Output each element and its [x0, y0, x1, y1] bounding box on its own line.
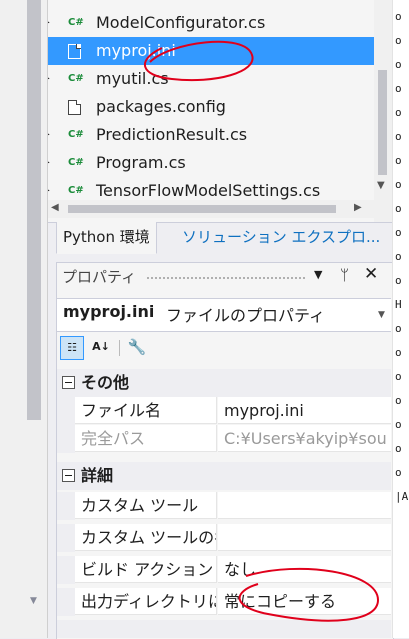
edge-text-fragment: o	[395, 346, 402, 359]
tree-item-label: packages.config	[96, 97, 226, 116]
tree-item-label: myutil.cs	[96, 69, 169, 88]
tab-solution-explorer[interactable]: ソリューション エクスプロ...	[176, 222, 386, 253]
expand-chevron-icon[interactable]: ▶	[48, 65, 50, 93]
edge-text-fragment: |A	[395, 490, 409, 503]
row-gutter	[57, 556, 75, 584]
category-label: 詳細	[81, 466, 114, 485]
edge-text-fragment: o	[395, 466, 402, 479]
edge-text-fragment: o	[395, 10, 402, 23]
categorized-view-button[interactable]: ☷	[60, 336, 84, 360]
property-value[interactable]: C:¥Users¥akyip¥sou	[218, 425, 391, 452]
panel-drag-grip[interactable]	[146, 276, 306, 281]
collapse-toggle-icon[interactable]	[62, 469, 75, 482]
edge-text-fragment: o	[395, 226, 402, 239]
edge-text-fragment: o	[395, 418, 402, 431]
tree-item-myproj-ini[interactable]: myproj.ini	[48, 37, 374, 65]
csharp-file-icon: C#	[68, 73, 84, 84]
edge-text-fragment: o	[395, 250, 402, 263]
tree-item-label: myproj.ini	[96, 41, 176, 60]
edge-text-fragment: o	[395, 58, 402, 71]
tree-item-modelconfigurator[interactable]: ▶ C# ModelConfigurator.cs	[48, 9, 374, 37]
row-gutter	[57, 425, 75, 453]
object-type-description: ファイルのプロパティ	[166, 306, 326, 325]
edge-text-fragment: o	[395, 202, 402, 215]
category-label: その他	[81, 373, 130, 392]
property-name: カスタム ツールの名	[75, 524, 217, 551]
category-misc[interactable]: その他	[57, 369, 391, 397]
edge-text-fragment: o	[395, 34, 402, 47]
config-file-icon	[68, 100, 81, 115]
toolbar-separator	[119, 340, 120, 356]
edge-text-fragment: o	[395, 322, 402, 335]
property-value[interactable]	[218, 492, 391, 519]
editor-scroll-down-icon[interactable]: ▼	[30, 596, 37, 606]
property-row-build-action[interactable]: ビルド アクション なし	[57, 556, 391, 584]
editor-text-edge: o o o o o o o o o o o o Ho o o o o o o |A	[392, 0, 409, 638]
scroll-down-icon[interactable]: ▼	[377, 180, 385, 191]
category-advanced[interactable]: 詳細	[57, 462, 391, 490]
property-value[interactable]: なし	[218, 556, 391, 583]
wrench-icon[interactable]: 🔧	[126, 336, 148, 358]
edge-text-fragment: o	[395, 178, 402, 191]
collapse-toggle-icon[interactable]	[62, 376, 75, 389]
property-name: ビルド アクション	[75, 556, 217, 583]
property-value[interactable]: 常にコピーする	[218, 588, 391, 615]
csharp-file-icon: C#	[68, 157, 84, 168]
edge-text-fragment: o	[395, 154, 402, 167]
solution-explorer-tree: ▶ C# ModelConfigurator.cs myproj.ini ▶ C…	[48, 0, 392, 222]
edge-text-fragment: o	[395, 274, 402, 287]
expand-chevron-icon[interactable]: ▶	[48, 9, 50, 37]
tree-item-label: ModelConfigurator.cs	[96, 13, 266, 32]
alphabetical-sort-button[interactable]: A↓	[90, 336, 112, 358]
property-name: 出力ディレクトリに	[75, 588, 217, 615]
edge-text-fragment: o	[395, 106, 402, 119]
property-row-custom-tool-namespace[interactable]: カスタム ツールの名	[57, 524, 391, 552]
properties-title: プロパティ	[62, 268, 137, 286]
edge-text-fragment: o	[395, 130, 402, 143]
edge-text-fragment: o	[395, 394, 402, 407]
expand-chevron-icon[interactable]: ▶	[48, 149, 50, 177]
row-gutter	[57, 524, 75, 552]
property-row-custom-tool[interactable]: カスタム ツール	[57, 492, 391, 520]
scroll-left-icon[interactable]: ◀	[51, 202, 59, 213]
settings-file-icon	[68, 44, 81, 59]
edge-text-fragment: o	[395, 370, 402, 383]
edge-text-fragment: o	[395, 442, 402, 455]
tree-vertical-scroll-thumb[interactable]	[378, 70, 387, 175]
row-gutter	[57, 492, 75, 520]
editor-scrollbar-thumb[interactable]	[27, 0, 41, 420]
tree-item-myutil[interactable]: ▶ C# myutil.cs	[48, 65, 374, 93]
tab-python-environments[interactable]: Python 環境	[56, 222, 157, 254]
property-name: ファイル名	[75, 397, 217, 424]
properties-footer	[57, 620, 391, 638]
tree-item-packages-config[interactable]: packages.config	[48, 93, 374, 121]
property-row-full-path[interactable]: 完全パス C:¥Users¥akyip¥sou	[57, 425, 391, 453]
expand-chevron-icon[interactable]: ▶	[48, 121, 50, 149]
window-menu-icon[interactable]: ▼	[314, 268, 322, 281]
property-name: カスタム ツール	[75, 492, 217, 519]
csharp-file-icon: C#	[68, 17, 84, 28]
scroll-right-icon[interactable]: ▶	[354, 202, 362, 213]
csharp-file-icon: C#	[68, 129, 84, 140]
tree-item-label: PredictionResult.cs	[96, 125, 248, 144]
property-value[interactable]: myproj.ini	[218, 397, 391, 424]
chevron-down-icon[interactable]: ▼	[378, 310, 385, 320]
object-name: myproj.ini	[63, 302, 155, 321]
pin-icon[interactable]: ᛘ	[340, 266, 349, 284]
property-name: 完全パス	[75, 425, 217, 452]
tree-item-predictionresult[interactable]: ▶ C# PredictionResult.cs	[48, 121, 374, 149]
property-row-file-name[interactable]: ファイル名 myproj.ini	[57, 397, 391, 425]
property-value[interactable]	[218, 524, 391, 551]
edge-text-fragment: H	[395, 298, 402, 311]
property-row-copy-to-output[interactable]: 出力ディレクトリに 常にコピーする	[57, 588, 391, 616]
row-gutter	[57, 397, 75, 425]
row-gutter	[57, 588, 75, 616]
close-icon[interactable]: ✕	[364, 264, 378, 284]
tree-item-program[interactable]: ▶ C# Program.cs	[48, 149, 374, 177]
tree-horizontal-scroll-thumb[interactable]	[68, 205, 336, 213]
edge-text-fragment: o	[395, 82, 402, 95]
tree-item-label: Program.cs	[96, 153, 186, 172]
